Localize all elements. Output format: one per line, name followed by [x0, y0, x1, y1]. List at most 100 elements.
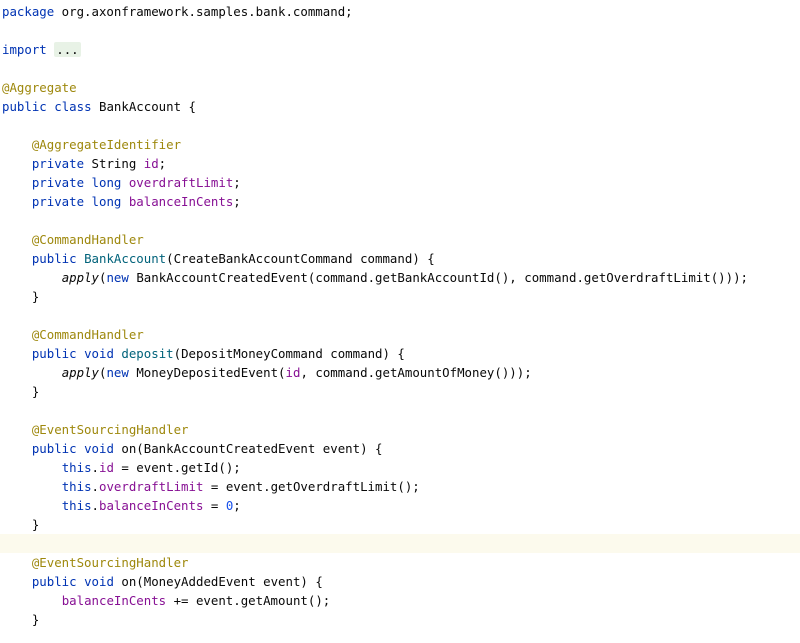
keyword-private: private	[31, 175, 85, 190]
keyword-class: class	[54, 99, 92, 114]
keyword-public: public	[31, 441, 77, 456]
field-id-ref: id	[99, 460, 114, 475]
code-line-3: import ...	[0, 40, 800, 59]
apply-call: apply	[61, 365, 99, 380]
annotation-aggregate: @Aggregate	[2, 80, 77, 95]
code-line-9: private String id;	[0, 154, 800, 173]
code-line-15: apply(new BankAccountCreatedEvent(comman…	[0, 268, 800, 287]
on-created-params: on(BankAccountCreatedEvent event) {	[113, 441, 383, 456]
method-deposit: deposit	[121, 346, 174, 361]
constructor-name: BankAccount	[84, 251, 167, 266]
keyword-void: void	[84, 441, 114, 456]
semicolon: ;	[233, 498, 241, 513]
close-brace: }	[31, 289, 40, 304]
semicolon: ;	[233, 194, 241, 209]
close-brace: }	[31, 384, 40, 399]
annotation-command-handler: @CommandHandler	[31, 232, 144, 247]
keyword-new: new	[106, 270, 129, 285]
field-overdraft-limit: overdraftLimit	[128, 175, 234, 190]
code-line-19: public void deposit(DepositMoneyCommand …	[0, 344, 800, 363]
apply-call: apply	[61, 270, 99, 285]
code-line-31: public void on(MoneyAddedEvent event) {	[0, 572, 800, 591]
on-added-params: on(MoneyAddedEvent event) {	[113, 574, 323, 589]
semicolon: ;	[158, 156, 167, 171]
annotation-aggregate-identifier: @AggregateIdentifier	[31, 137, 182, 152]
code-line-27: this.balanceInCents = 0;	[61, 498, 241, 513]
code-line-16: }	[0, 287, 800, 306]
keyword-new: new	[106, 365, 129, 380]
annotation-event-sourcing-handler: @EventSourcingHandler	[31, 422, 189, 437]
keyword-long: long	[91, 175, 122, 190]
code-line-11: private long balanceInCents;	[0, 192, 800, 211]
assign-op: =	[203, 498, 226, 513]
annotation-command-handler: @CommandHandler	[31, 327, 144, 342]
code-line-18: @CommandHandler	[0, 325, 800, 344]
keyword-public: public	[31, 574, 77, 589]
code-line-6: public class BankAccount {	[0, 97, 800, 116]
code-line-10: private long overdraftLimit;	[0, 173, 800, 192]
keyword-package: package	[2, 4, 55, 19]
field-balance-ref: balanceInCents	[99, 498, 204, 513]
code-line-24: public void on(BankAccountCreatedEvent e…	[0, 439, 800, 458]
code-line-21: }	[0, 382, 800, 401]
package-name: org.axonframework.samples.bank.command;	[54, 4, 353, 19]
code-line-25: this.id = event.getId();	[61, 460, 241, 475]
code-line-29-current[interactable]	[0, 534, 800, 553]
class-name: BankAccount {	[91, 99, 196, 114]
balance-add: += event.getAmount();	[166, 593, 331, 608]
deposit-params: (DepositMoneyCommand command) {	[173, 346, 405, 361]
code-editor[interactable]: package org.axonframework.samples.bank.c…	[0, 0, 800, 643]
code-line-20: apply(new MoneyDepositedEvent(id, comman…	[0, 363, 800, 382]
type-string: String	[84, 156, 144, 171]
code-line-28: }	[0, 515, 800, 534]
deposit-body-rest: , command.getAmountOfMoney()));	[300, 365, 532, 380]
close-brace: }	[31, 612, 40, 627]
deposit-body: MoneyDepositedEvent(	[128, 365, 286, 380]
field-id-ref: id	[285, 365, 301, 380]
field-id: id	[143, 156, 159, 171]
code-line-33: }	[0, 610, 800, 629]
code-line-13: @CommandHandler	[0, 230, 800, 249]
field-balance-in-cents: balanceInCents	[128, 194, 234, 209]
code-line-32: balanceInCents += event.getAmount();	[0, 591, 800, 610]
folded-imports-button[interactable]: ...	[54, 42, 81, 57]
keyword-this: this	[61, 460, 92, 475]
keyword-this: this	[61, 479, 92, 494]
keyword-private: private	[31, 194, 85, 209]
keyword-public: public	[2, 99, 47, 114]
keyword-public: public	[31, 346, 77, 361]
code-line-23: @EventSourcingHandler	[0, 420, 800, 439]
keyword-private: private	[31, 156, 85, 171]
field-overdraft-ref: overdraftLimit	[99, 479, 204, 494]
assign-id: = event.getId();	[113, 460, 241, 475]
code-line-5: @Aggregate	[0, 78, 800, 97]
code-line-14: public BankAccount(CreateBankAccountComm…	[0, 249, 800, 268]
keyword-void: void	[84, 346, 114, 361]
code-line-26: this.overdraftLimit = event.getOverdraft…	[61, 479, 420, 494]
semicolon: ;	[233, 175, 241, 190]
keyword-long: long	[91, 194, 122, 209]
close-brace: }	[31, 517, 40, 532]
constructor-params: (CreateBankAccountCommand command) {	[166, 251, 435, 266]
keyword-public: public	[31, 251, 77, 266]
code-line-8: @AggregateIdentifier	[0, 135, 800, 154]
keyword-void: void	[84, 574, 114, 589]
code-line-1: package org.axonframework.samples.bank.c…	[0, 2, 800, 21]
code-line-30: @EventSourcingHandler	[0, 553, 800, 572]
keyword-import: import	[2, 42, 47, 57]
keyword-this: this	[61, 498, 92, 513]
